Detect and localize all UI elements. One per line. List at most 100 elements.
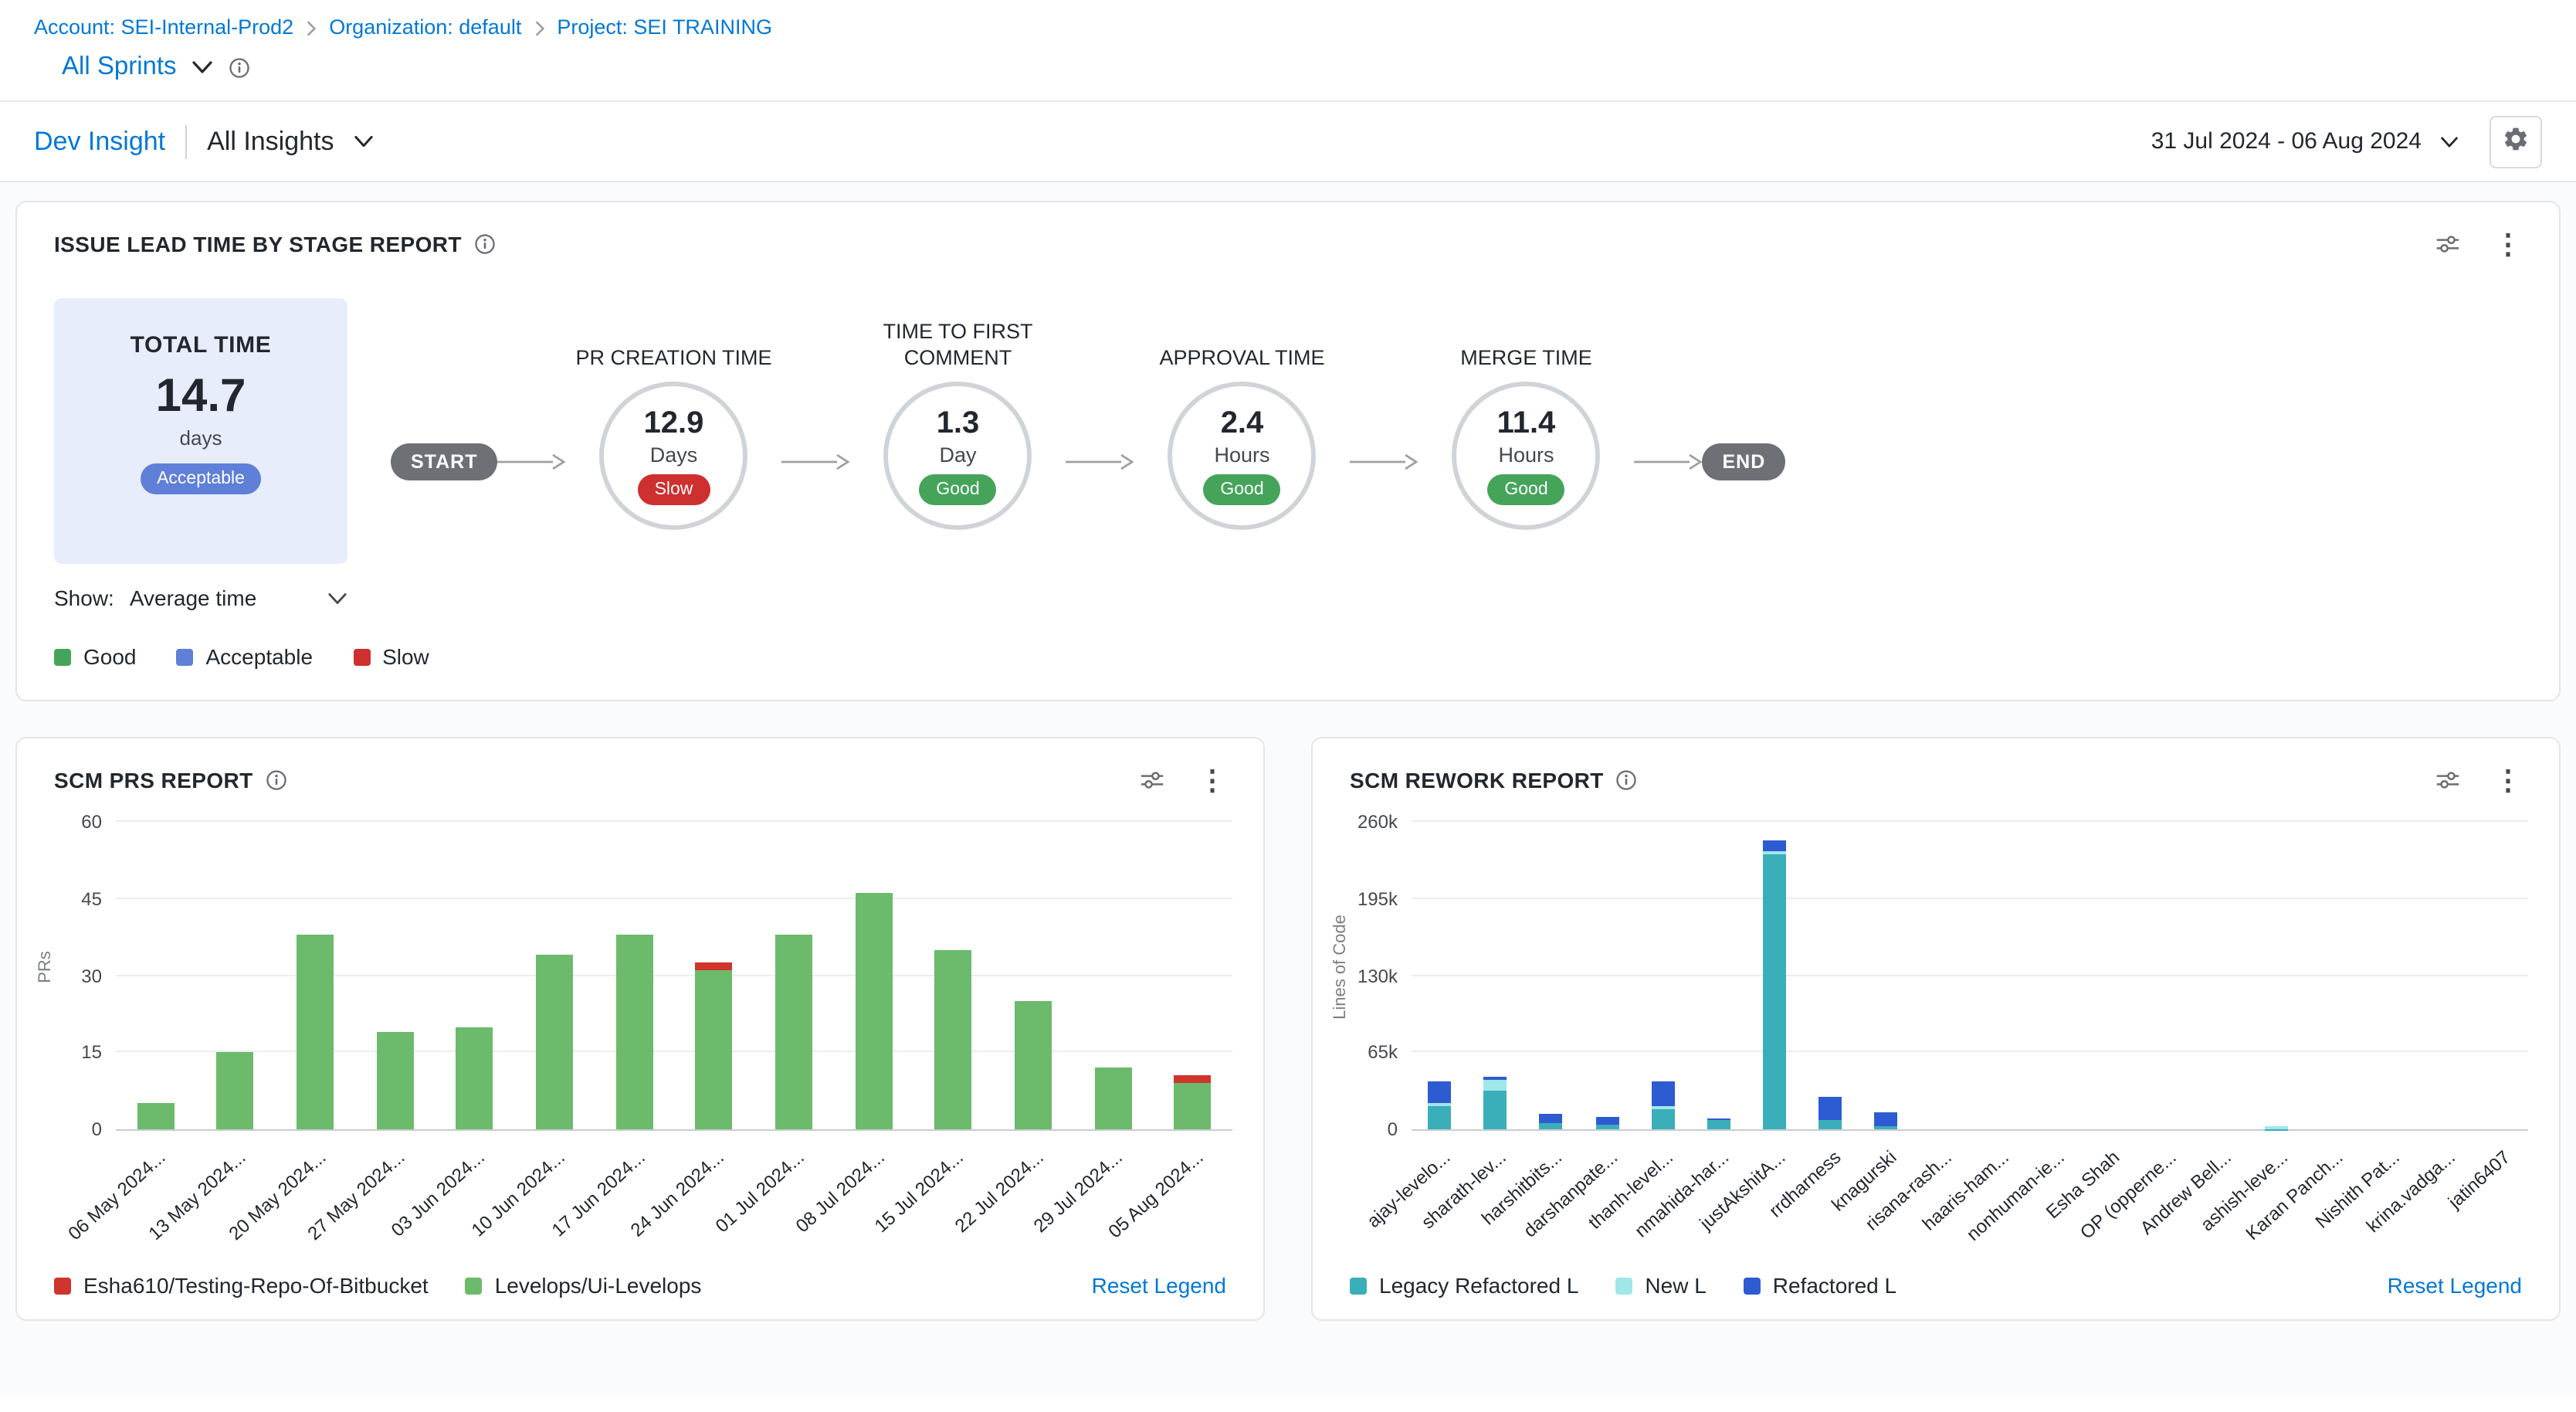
bar-27 May 2024...[interactable] bbox=[377, 822, 414, 1129]
date-range-selector[interactable]: 31 Jul 2024 - 06 Aug 2024 bbox=[2151, 128, 2422, 154]
bar-risana-rash...[interactable] bbox=[1930, 822, 1954, 1129]
bar-segment[interactable] bbox=[1174, 1075, 1211, 1083]
kebab-menu-icon[interactable]: ⋮ bbox=[2494, 766, 2522, 794]
bar-29 Jul 2024...[interactable] bbox=[1094, 822, 1131, 1129]
bar-sharath-lev...[interactable] bbox=[1483, 822, 1507, 1129]
bar-darshanpate...[interactable] bbox=[1595, 822, 1618, 1129]
legend-item[interactable]: Refactored L bbox=[1744, 1273, 1896, 1298]
chevron-down-icon[interactable] bbox=[2440, 135, 2459, 148]
bar-Andrew Bell...[interactable] bbox=[2209, 822, 2232, 1129]
bar-segment[interactable] bbox=[1651, 1082, 1674, 1106]
bar-krina.vadga...[interactable] bbox=[2433, 822, 2456, 1129]
info-icon[interactable] bbox=[1616, 769, 1638, 791]
bar-harshitbits...[interactable] bbox=[1540, 822, 1563, 1129]
bar-segment[interactable] bbox=[1651, 1109, 1674, 1129]
breadcrumb-link-account[interactable]: Account: SEI-Internal-Prod2 bbox=[34, 15, 293, 39]
show-metric-select[interactable]: Show: Average time bbox=[54, 586, 347, 610]
bar-segment[interactable] bbox=[297, 935, 334, 1129]
filter-sliders-icon[interactable] bbox=[1140, 768, 1164, 793]
legend-item[interactable]: Good bbox=[54, 644, 137, 669]
legend-item[interactable]: Legacy Refactored L bbox=[1350, 1273, 1578, 1298]
bar-Nishith Pat...[interactable] bbox=[2377, 822, 2400, 1129]
bar-01 Jul 2024...[interactable] bbox=[775, 822, 812, 1129]
bar-Karan Panch...[interactable] bbox=[2321, 822, 2344, 1129]
bar-segment[interactable] bbox=[696, 962, 733, 970]
legend-item[interactable]: New L bbox=[1615, 1273, 1706, 1298]
bar-segment[interactable] bbox=[1483, 1080, 1507, 1091]
legend-item[interactable]: Esha610/Testing-Repo-Of-Bitbucket bbox=[54, 1273, 429, 1298]
bar-segment[interactable] bbox=[615, 935, 652, 1129]
bar-haaris-ham...[interactable] bbox=[1986, 822, 2009, 1129]
kebab-menu-icon[interactable]: ⋮ bbox=[1198, 766, 1226, 794]
bar-OP (opperne...[interactable] bbox=[2154, 822, 2177, 1129]
stage-approval-time[interactable]: APPROVAL TIME 2.4 Hours Good bbox=[1134, 298, 1351, 530]
filter-sliders-icon[interactable] bbox=[2435, 768, 2460, 793]
bar-15 Jul 2024...[interactable] bbox=[935, 822, 972, 1129]
sprint-selector[interactable]: All Sprints bbox=[62, 53, 177, 82]
bar-segment[interactable] bbox=[1174, 1083, 1211, 1129]
bar-segment[interactable] bbox=[1595, 1116, 1618, 1125]
bar-segment[interactable] bbox=[1428, 1082, 1451, 1104]
bar-segment[interactable] bbox=[775, 935, 812, 1129]
bar-segment[interactable] bbox=[1818, 1096, 1842, 1120]
bar-segment[interactable] bbox=[377, 1032, 414, 1129]
bar-segment[interactable] bbox=[1875, 1112, 1898, 1127]
bar-segment[interactable] bbox=[1763, 855, 1786, 1129]
breadcrumb-link-project[interactable]: Project: SEI TRAINING bbox=[557, 15, 772, 39]
kebab-menu-icon[interactable]: ⋮ bbox=[2494, 230, 2522, 258]
bar-ashish-leve...[interactable] bbox=[2266, 822, 2289, 1129]
chevron-down-icon[interactable] bbox=[354, 134, 375, 148]
legend-item[interactable]: Acceptable bbox=[177, 644, 314, 669]
bar-segment[interactable] bbox=[1540, 1123, 1563, 1129]
bar-segment[interactable] bbox=[696, 970, 733, 1129]
bar-jatin6407[interactable] bbox=[2489, 822, 2512, 1129]
info-icon[interactable] bbox=[229, 56, 251, 78]
filter-sliders-icon[interactable] bbox=[2435, 232, 2460, 256]
bar-nonhuman-ie...[interactable] bbox=[2042, 822, 2065, 1129]
bar-segment[interactable] bbox=[1595, 1125, 1618, 1129]
bar-segment[interactable] bbox=[1015, 1001, 1052, 1129]
bar-segment[interactable] bbox=[855, 894, 892, 1129]
settings-button[interactable] bbox=[2490, 115, 2542, 168]
bar-13 May 2024...[interactable] bbox=[217, 822, 254, 1129]
bar-rrdharness[interactable] bbox=[1818, 822, 1842, 1129]
bar-knagurski[interactable] bbox=[1875, 822, 1898, 1129]
bar-08 Jul 2024...[interactable] bbox=[855, 822, 892, 1129]
insight-name[interactable]: Dev Insight bbox=[34, 126, 165, 157]
bar-10 Jun 2024...[interactable] bbox=[536, 822, 573, 1129]
bar-05 Aug 2024...[interactable] bbox=[1174, 822, 1211, 1129]
bar-segment[interactable] bbox=[1707, 1120, 1730, 1129]
bar-segment[interactable] bbox=[1428, 1105, 1451, 1129]
reset-legend-link[interactable]: Reset Legend bbox=[2388, 1273, 2522, 1298]
bar-03 Jun 2024...[interactable] bbox=[456, 822, 493, 1129]
bar-segment[interactable] bbox=[1094, 1067, 1131, 1129]
bar-nmahida-har...[interactable] bbox=[1707, 822, 1730, 1129]
bar-segment[interactable] bbox=[935, 950, 972, 1129]
chevron-down-icon[interactable] bbox=[192, 60, 214, 74]
bar-22 Jul 2024...[interactable] bbox=[1015, 822, 1052, 1129]
bar-segment[interactable] bbox=[217, 1053, 254, 1130]
bar-17 Jun 2024...[interactable] bbox=[615, 822, 652, 1129]
bar-thanh-level...[interactable] bbox=[1651, 822, 1674, 1129]
reset-legend-link[interactable]: Reset Legend bbox=[1092, 1273, 1226, 1298]
legend-item[interactable]: Levelops/Ui-Levelops bbox=[466, 1273, 702, 1298]
stage-time-to-first-comment[interactable]: TIME TO FIRST COMMENT 1.3 Day Good bbox=[850, 298, 1066, 530]
bar-justAkshitA...[interactable] bbox=[1763, 822, 1786, 1129]
bar-segment[interactable] bbox=[1540, 1114, 1563, 1123]
bar-24 Jun 2024...[interactable] bbox=[696, 822, 733, 1129]
legend-item[interactable]: Slow bbox=[353, 644, 429, 669]
breadcrumb-link-organization[interactable]: Organization: default bbox=[329, 15, 521, 39]
stage-merge-time[interactable]: MERGE TIME 11.4 Hours Good bbox=[1418, 298, 1635, 530]
bar-segment[interactable] bbox=[137, 1104, 175, 1129]
bar-ajay-levelo...[interactable] bbox=[1428, 822, 1451, 1129]
bar-segment[interactable] bbox=[1763, 840, 1786, 851]
bar-segment[interactable] bbox=[536, 955, 573, 1129]
info-icon[interactable] bbox=[266, 769, 287, 791]
insights-dropdown[interactable]: All Insights bbox=[207, 126, 334, 157]
bar-20 May 2024...[interactable] bbox=[297, 822, 334, 1129]
info-icon[interactable] bbox=[474, 233, 496, 255]
stage-pr-creation-time[interactable]: PR CREATION TIME 12.9 Days Slow bbox=[566, 298, 782, 530]
bar-segment[interactable] bbox=[456, 1027, 493, 1129]
bar-segment[interactable] bbox=[1483, 1091, 1507, 1130]
bar-segment[interactable] bbox=[1818, 1120, 1842, 1129]
